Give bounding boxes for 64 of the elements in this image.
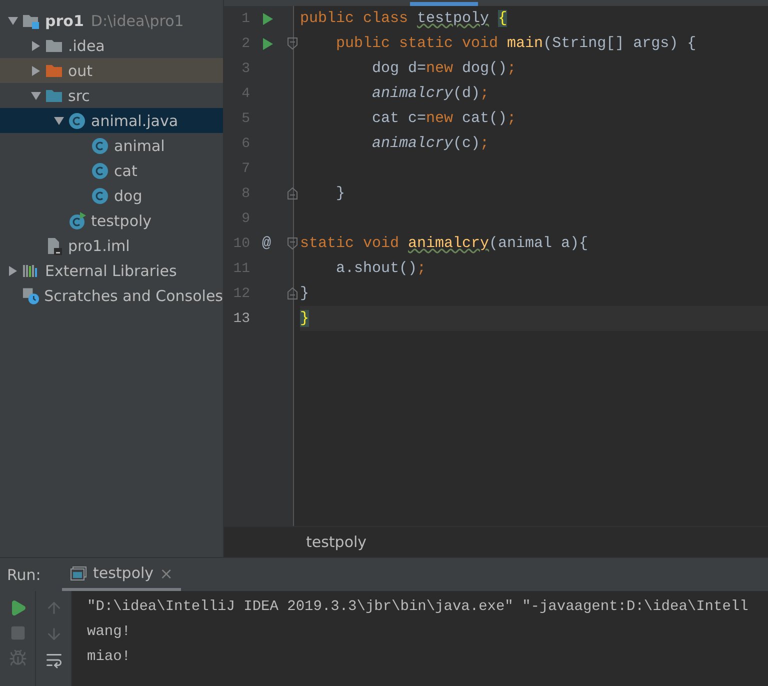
run-icon[interactable] bbox=[262, 36, 274, 50]
expand-arrow-icon[interactable] bbox=[30, 40, 42, 52]
console-output-line: "D:\idea\IntelliJ IDEA 2019.3.3\jbr\bin\java.exe" "-javaagent:D:\idea\Intell bbox=[87, 598, 748, 617]
line-number: 13 bbox=[232, 310, 250, 326]
collapse-arrow-icon[interactable] bbox=[7, 14, 19, 26]
tree-item[interactable]: .idea bbox=[0, 33, 223, 58]
runnable-class-icon bbox=[68, 212, 86, 230]
tree-item-label: testpoly bbox=[91, 212, 152, 230]
tree-item-label: Scratches and Consoles bbox=[44, 286, 223, 304]
collapse-arrow-icon[interactable] bbox=[53, 114, 65, 126]
tree-item-label: pro1 bbox=[45, 12, 84, 30]
tree-item-label: src bbox=[68, 86, 90, 104]
class-icon bbox=[68, 112, 86, 130]
tree-item-label: dog bbox=[114, 186, 142, 204]
tree-item[interactable]: animal.java bbox=[0, 108, 223, 133]
tree-item[interactable]: External Libraries bbox=[0, 258, 223, 283]
tree-item[interactable]: testpoly bbox=[0, 208, 223, 233]
module-path: D:\idea\pro1 bbox=[90, 12, 184, 30]
code-line: dog d=new dog(); bbox=[371, 60, 516, 77]
tree-item-label: animal.java bbox=[91, 112, 178, 130]
code-line: } bbox=[335, 185, 346, 202]
tree-item[interactable]: cat bbox=[0, 158, 223, 183]
tree-item[interactable]: out bbox=[0, 58, 223, 83]
code-line: static void animalcry(animal a){ bbox=[300, 235, 588, 252]
code-line: animalcry(c); bbox=[371, 135, 490, 152]
class-icon bbox=[91, 186, 109, 204]
tree-item[interactable]: animal bbox=[0, 133, 223, 158]
console-output-line: wang! bbox=[87, 623, 132, 642]
active-tab-indicator bbox=[410, 2, 478, 6]
tree-item[interactable]: src bbox=[0, 83, 223, 108]
run-icon[interactable] bbox=[262, 12, 274, 26]
collapse-arrow-icon[interactable] bbox=[30, 90, 42, 102]
expand-arrow-icon[interactable] bbox=[7, 264, 19, 276]
file-icon bbox=[45, 236, 63, 254]
code-line: } bbox=[300, 285, 310, 302]
fold-icon[interactable] bbox=[287, 37, 298, 50]
class-icon bbox=[91, 136, 109, 154]
tree-item-label: .idea bbox=[68, 36, 105, 54]
code-line: cat c=new cat(); bbox=[371, 110, 516, 127]
code-line: animalcry(d); bbox=[371, 85, 490, 102]
tree-item-label: out bbox=[68, 62, 93, 80]
run-panel-label: Run: bbox=[6, 564, 42, 586]
console-output-line: miao! bbox=[87, 648, 132, 667]
fold-icon[interactable] bbox=[287, 187, 298, 200]
code-line: a.shout(); bbox=[335, 260, 426, 277]
tree-item-label: animal bbox=[114, 136, 165, 154]
class-icon bbox=[91, 162, 109, 180]
code-line: public class testpoly { bbox=[300, 10, 508, 27]
tree-item[interactable]: pro1.iml bbox=[0, 233, 223, 258]
console-icon bbox=[70, 566, 87, 580]
override-marker[interactable]: @ bbox=[262, 235, 272, 252]
tree-item-label: pro1.iml bbox=[68, 236, 130, 254]
breadcrumb[interactable]: testpoly bbox=[306, 533, 367, 551]
tree-item-label: External Libraries bbox=[45, 262, 177, 280]
tree-item-label: cat bbox=[114, 162, 138, 180]
tree-item[interactable]: dog bbox=[0, 183, 223, 208]
tree-item[interactable]: Scratches and Consoles bbox=[0, 283, 223, 308]
soft-wrap-icon[interactable] bbox=[44, 651, 62, 669]
tree-item[interactable]: pro1 D:\idea\pro1 bbox=[0, 8, 223, 33]
scratches-icon bbox=[22, 286, 40, 304]
fold-icon[interactable] bbox=[287, 287, 298, 300]
fold-icon[interactable] bbox=[287, 237, 298, 250]
code-line: public static void main(String[] args) { bbox=[335, 35, 696, 52]
expand-arrow-icon[interactable] bbox=[30, 64, 42, 76]
